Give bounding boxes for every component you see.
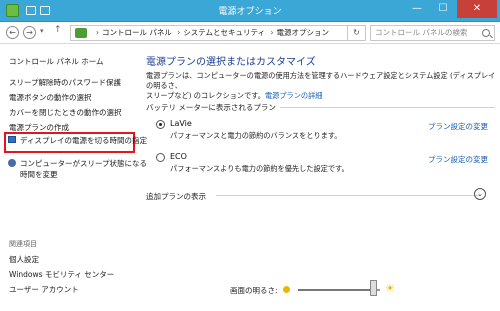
user-accounts-link[interactable]: ユーザー アカウント — [9, 284, 79, 295]
wake-password-link[interactable]: スリープ解除時のパスワード保護 — [9, 77, 121, 88]
page-title: 電源プランの選択またはカスタマイズ — [146, 57, 316, 68]
maximize-button[interactable]: ☐ — [430, 0, 456, 18]
breadcrumb-power-options[interactable]: 電源オプション — [277, 28, 330, 37]
breadcrumb[interactable]: › コントロール パネル › システムとセキュリティ › 電源オプション — [70, 25, 348, 41]
lid-close-link[interactable]: カバーを閉じたときの動作の選択 — [9, 107, 122, 118]
breadcrumb-control-panel[interactable]: コントロール パネル — [102, 28, 172, 37]
show-additional-plans-label[interactable]: 追加プランの表示 — [146, 191, 206, 202]
search-input[interactable]: コントロール パネルの検索 — [370, 25, 495, 41]
main-content: 電源プランの選択またはカスタマイズ 電源プランは、コンピューターの電源の使用方法… — [140, 45, 500, 311]
search-placeholder: コントロール パネルの検索 — [375, 28, 468, 37]
change-plan-settings-lavie[interactable]: プラン設定の変更 — [428, 121, 488, 132]
brightness-slider[interactable] — [298, 289, 380, 291]
sleep-time-link[interactable]: コンピューターがスリープ状態になる — [20, 158, 147, 169]
close-button[interactable]: ✕ — [457, 0, 497, 18]
refresh-button[interactable]: ↻ — [348, 25, 366, 41]
related-label: 関連項目 — [9, 240, 37, 248]
personalize-link[interactable]: 個人設定 — [9, 254, 39, 265]
plan-radio-lavie[interactable] — [156, 120, 165, 129]
display-icon — [8, 136, 16, 143]
history-dropdown-icon[interactable]: ▾ — [40, 27, 44, 35]
description: 電源プランは、コンピューターの電源の使用方法を管理するハードウェア設定とシステム… — [146, 71, 496, 100]
mobility-center-link[interactable]: Windows モビリティ センター — [9, 269, 114, 280]
sleep-time-link-line2[interactable]: 時間を変更 — [20, 169, 58, 180]
plan-details-link[interactable]: 電源プランの詳細 — [265, 91, 323, 100]
control-panel-crumb-icon — [75, 28, 87, 38]
divider — [280, 107, 495, 108]
expand-icon[interactable]: ⌄ — [474, 188, 486, 200]
forward-button[interactable]: → — [23, 26, 36, 39]
plan-name-lavie[interactable]: LaVie — [170, 119, 192, 128]
minimize-button[interactable]: — — [404, 0, 430, 18]
brightness-fill — [298, 289, 374, 291]
brightness-high-icon: ☀ — [385, 282, 395, 295]
group-label: バッテリ メーターに表示されるプラン — [146, 103, 276, 112]
brightness-slider-thumb[interactable] — [370, 280, 378, 296]
control-panel-home-link[interactable]: コントロール パネル ホーム — [9, 56, 104, 67]
sleep-icon — [8, 159, 16, 167]
divider — [216, 195, 480, 196]
plan-desc-eco: パフォーマンスよりも電力の節約を優先した設定です。 — [170, 164, 349, 173]
power-button-link[interactable]: 電源ボタンの動作の選択 — [9, 92, 92, 103]
left-pane: コントロール パネル ホーム スリープ解除時のパスワード保護 電源ボタンの動作の… — [0, 45, 147, 311]
plan-desc-lavie: パフォーマンスと電力の節約のバランスをとります。 — [170, 131, 342, 140]
up-button[interactable]: ↑ — [54, 25, 62, 35]
change-plan-settings-eco[interactable]: プラン設定の変更 — [428, 154, 488, 165]
title-bar: 電源オプション — ☐ ✕ — [0, 0, 500, 22]
display-off-link[interactable]: ディスプレイの電源を切る時間の指定 — [20, 135, 147, 146]
brightness-low-icon — [283, 286, 290, 293]
brightness-label: 画面の明るさ: — [230, 286, 278, 295]
plan-radio-eco[interactable] — [156, 153, 165, 162]
breadcrumb-system-security[interactable]: システムとセキュリティ — [183, 28, 265, 37]
address-bar: ← → ▾ ↑ › コントロール パネル › システムとセキュリティ › 電源オプショ… — [0, 22, 500, 44]
search-icon[interactable] — [482, 29, 490, 37]
plan-name-eco[interactable]: ECO — [170, 152, 187, 161]
back-button[interactable]: ← — [6, 26, 19, 39]
